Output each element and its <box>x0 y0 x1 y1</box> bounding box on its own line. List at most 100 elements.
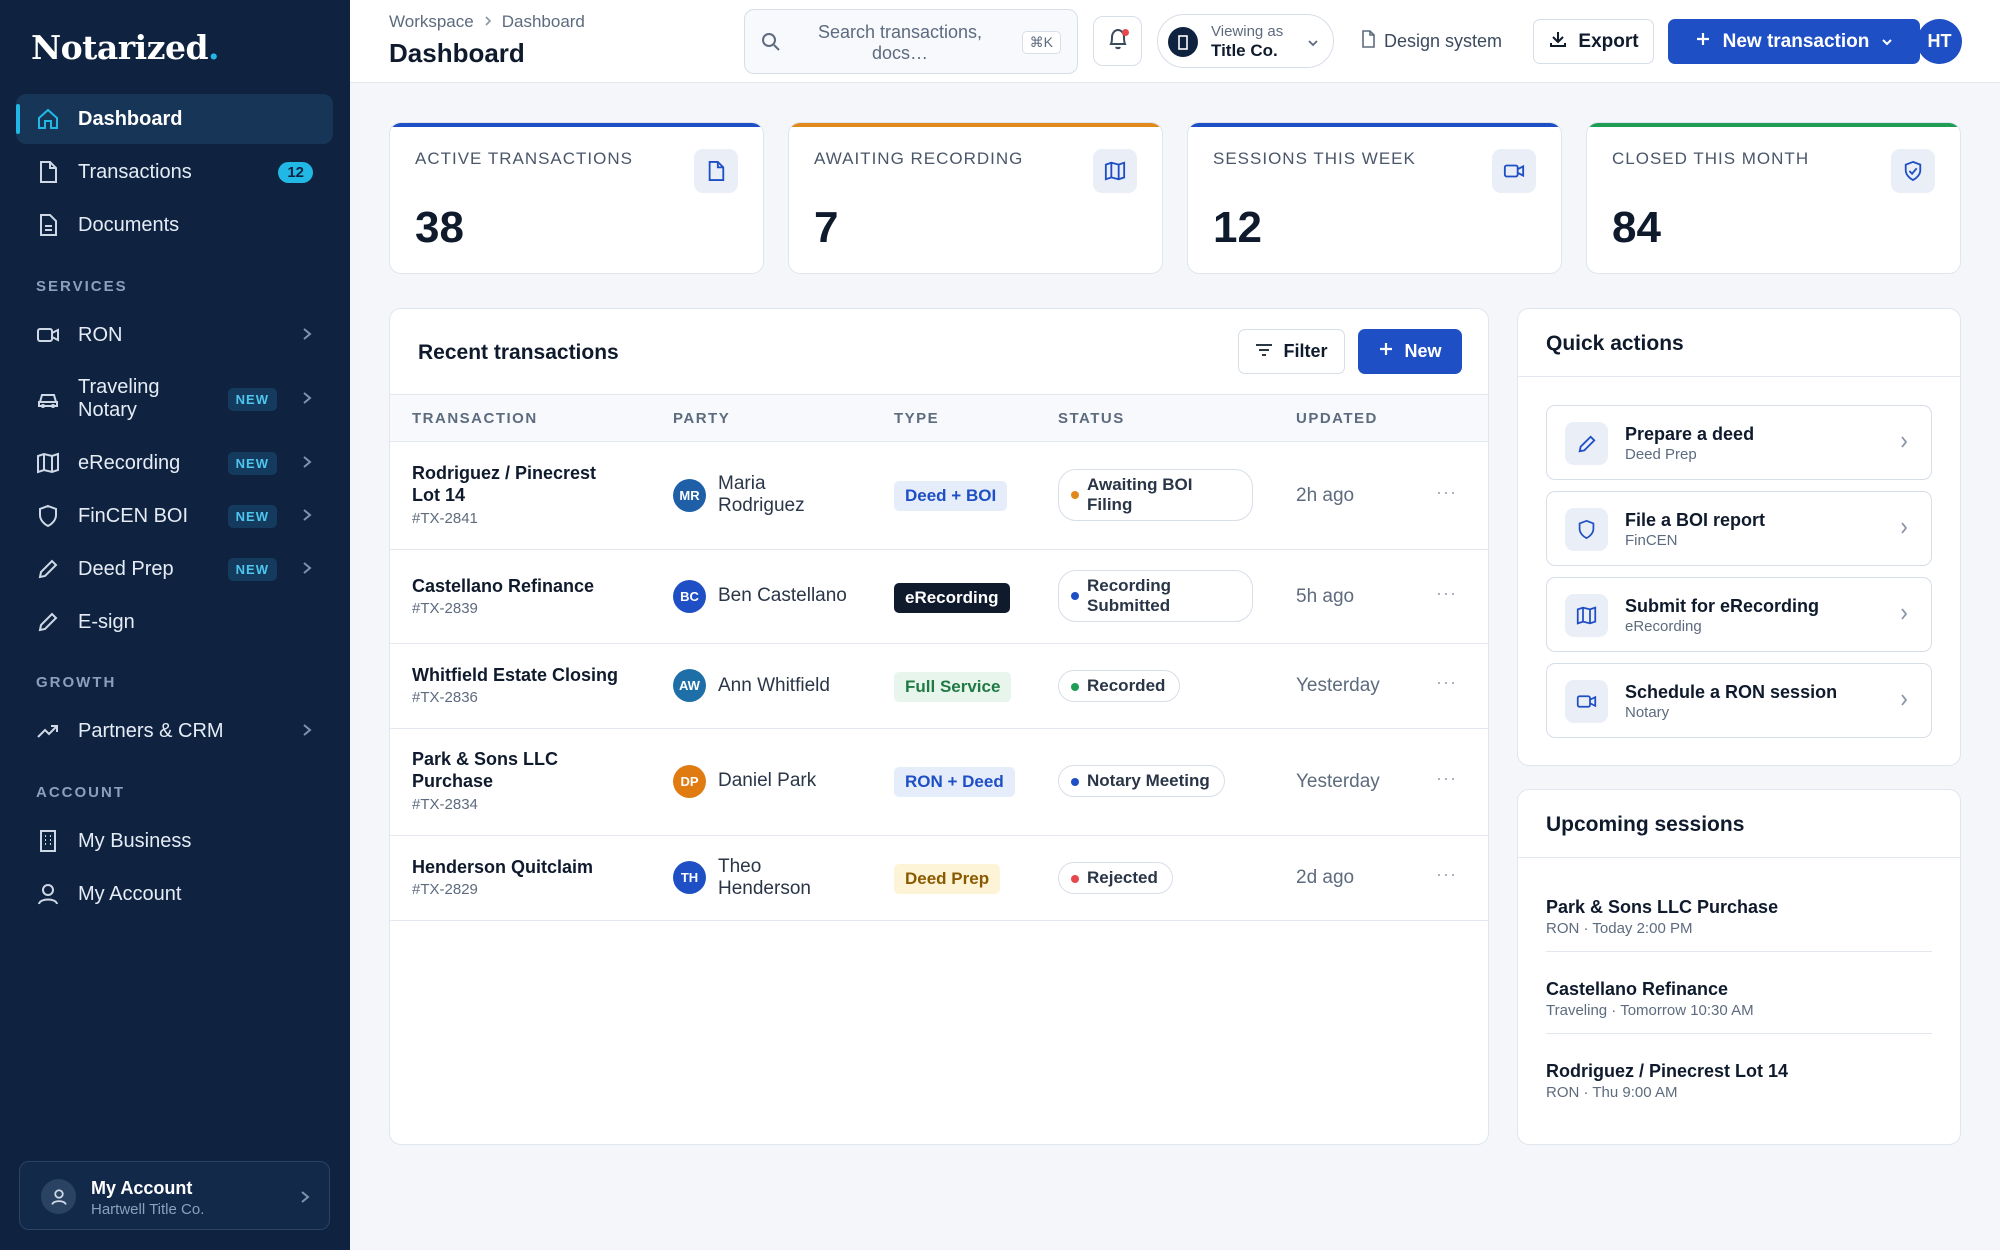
new-transaction-button[interactable]: New transaction <box>1668 19 1920 64</box>
party-name: Ben Castellano <box>718 585 847 606</box>
design-system-link[interactable]: Design system <box>1360 30 1502 53</box>
party-name: Maria Rodriguez <box>718 473 805 516</box>
quick-action-schedule-ron[interactable]: Schedule a RON session Notary <box>1546 663 1932 738</box>
sidebar-item-erecording[interactable]: eRecording NEW <box>16 438 333 488</box>
quick-action-prepare-deed[interactable]: Prepare a deed Deed Prep <box>1546 405 1932 480</box>
new-badge: NEW <box>227 387 277 411</box>
breadcrumb-item[interactable]: Workspace <box>389 12 474 32</box>
video-icon <box>36 323 60 347</box>
account-card[interactable]: My Account Hartwell Title Co. <box>19 1161 330 1230</box>
search-placeholder: Search transactions, docs… <box>817 22 983 63</box>
search-input[interactable]: Search transactions, docs… ⌘K <box>744 9 1078 74</box>
recent-transactions-panel: Recent transactions Filter New TRANSACTI… <box>389 308 1489 1145</box>
new-badge: NEW <box>227 451 277 475</box>
column-header[interactable]: TYPE <box>894 410 939 427</box>
type-badge: Deed + BOI <box>894 481 1008 511</box>
section-label-growth: GROWTH <box>36 674 117 691</box>
sidebar-item-ron[interactable]: RON <box>16 310 333 360</box>
table-row[interactable]: Henderson Quitclaim #TX-2829 TH Theo Hen… <box>390 836 1488 921</box>
sidebar-item-my-account[interactable]: My Account <box>16 869 333 919</box>
type-badge: RON + Deed <box>894 767 1015 797</box>
type-badge: Full Service <box>894 672 1012 702</box>
transaction-name[interactable]: Whitfield Estate Closing <box>412 664 652 686</box>
more-icon[interactable]: ··· <box>1436 482 1457 503</box>
chevron-right-icon <box>484 12 492 32</box>
sidebar-item-documents[interactable]: Documents <box>16 200 333 250</box>
filter-button[interactable]: Filter <box>1238 329 1345 374</box>
pen-icon <box>36 610 60 634</box>
shield-icon <box>36 504 60 528</box>
party-avatar: TH <box>673 861 706 894</box>
search-icon <box>761 32 781 57</box>
sidebar-item-fincen-boi[interactable]: FinCEN BOI NEW <box>16 491 333 541</box>
building-icon <box>36 829 60 853</box>
table-row[interactable]: Castellano Refinance #TX-2839 BC Ben Cas… <box>390 550 1488 644</box>
stat-accent-bar <box>390 123 763 127</box>
plus-icon <box>1378 341 1394 362</box>
more-icon[interactable]: ··· <box>1436 672 1457 693</box>
transaction-id: #TX-2834 <box>412 796 478 813</box>
more-icon[interactable]: ··· <box>1436 864 1457 885</box>
chevron-right-icon <box>299 1188 311 1211</box>
column-header[interactable]: PARTY <box>673 410 730 427</box>
chevron-down-icon <box>1881 31 1893 53</box>
sidebar-item-dashboard[interactable]: Dashboard <box>16 94 333 144</box>
session-item[interactable]: Rodriguez / Pinecrest Lot 14 RON · Thu 9… <box>1546 1034 1932 1116</box>
notifications-button[interactable] <box>1093 16 1142 66</box>
status-badge: Recording Submitted <box>1058 570 1253 622</box>
column-header[interactable]: TRANSACTION <box>412 410 538 427</box>
sidebar: Notarized. Dashboard Transactions 12 Doc… <box>0 0 350 1250</box>
workspace-switcher[interactable]: Viewing as Title Co. <box>1157 14 1334 68</box>
transaction-id: #TX-2836 <box>412 689 478 706</box>
transaction-name[interactable]: Rodriguez / Pinecrest Lot 14 <box>412 462 612 506</box>
party-avatar: MR <box>673 479 706 512</box>
map-icon <box>36 451 60 475</box>
stat-accent-bar <box>1587 123 1960 127</box>
column-header[interactable]: UPDATED <box>1296 410 1378 427</box>
user-avatar[interactable]: HT <box>1917 19 1962 64</box>
column-header[interactable]: STATUS <box>1058 410 1125 427</box>
new-button[interactable]: New <box>1358 329 1462 374</box>
table-row[interactable]: Park & Sons LLC Purchase #TX-2834 DP Dan… <box>390 729 1488 836</box>
sidebar-item-traveling-notary[interactable]: Traveling Notary NEW <box>16 374 333 424</box>
more-icon[interactable]: ··· <box>1436 768 1457 789</box>
upcoming-sessions-panel: Upcoming sessions Park & Sons LLC Purcha… <box>1517 789 1961 1145</box>
breadcrumb-item[interactable]: Dashboard <box>502 12 585 32</box>
more-icon[interactable]: ··· <box>1436 583 1457 604</box>
party-name: Ann Whitfield <box>718 675 830 696</box>
chevron-right-icon <box>301 506 313 530</box>
sidebar-item-my-business[interactable]: My Business <box>16 816 333 866</box>
sidebar-item-deed-prep[interactable]: Deed Prep NEW <box>16 544 333 594</box>
pencil-icon <box>1565 422 1608 465</box>
home-icon <box>36 107 60 131</box>
transaction-id: #TX-2839 <box>412 600 478 617</box>
table-row[interactable]: Rodriguez / Pinecrest Lot 14 #TX-2841 MR… <box>390 442 1488 550</box>
search-shortcut: ⌘K <box>1021 31 1061 54</box>
export-button[interactable]: Export <box>1533 19 1654 64</box>
sidebar-item-transactions[interactable]: Transactions 12 <box>16 147 333 197</box>
transaction-name[interactable]: Park & Sons LLC Purchase <box>412 748 612 792</box>
quick-action-erecording[interactable]: Submit for eRecording eRecording <box>1546 577 1932 652</box>
new-badge: NEW <box>227 504 277 528</box>
table-row[interactable]: Whitfield Estate Closing #TX-2836 AW Ann… <box>390 644 1488 729</box>
chevron-right-icon <box>301 559 313 583</box>
status-dot <box>1071 778 1079 786</box>
chevron-right-icon <box>1899 520 1909 541</box>
session-item[interactable]: Park & Sons LLC Purchase RON · Today 2:0… <box>1546 870 1932 952</box>
quick-action-file-boi[interactable]: File a BOI report FinCEN <box>1546 491 1932 566</box>
user-icon <box>41 1179 76 1214</box>
file-icon <box>694 149 738 193</box>
status-badge: Notary Meeting <box>1058 765 1225 797</box>
map-icon <box>1565 594 1608 637</box>
status-dot <box>1071 683 1079 691</box>
party-avatar: AW <box>673 669 706 702</box>
session-item[interactable]: Castellano Refinance Traveling · Tomorro… <box>1546 952 1932 1034</box>
transaction-name[interactable]: Henderson Quitclaim <box>412 856 652 878</box>
divider <box>1518 857 1960 858</box>
sidebar-item-partners-crm[interactable]: Partners & CRM <box>16 706 333 756</box>
updated-time: 5h ago <box>1296 586 1355 607</box>
chevron-right-icon <box>301 721 313 745</box>
brand-logo[interactable]: Notarized. <box>31 28 220 67</box>
sidebar-item-e-sign[interactable]: E-sign <box>16 597 333 647</box>
transaction-name[interactable]: Castellano Refinance <box>412 575 612 597</box>
